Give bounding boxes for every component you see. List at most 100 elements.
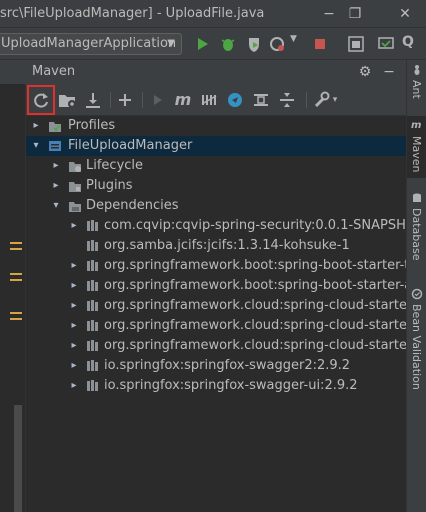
window-title: src\FileUploadManager] - UploadFile.java bbox=[0, 6, 265, 21]
toolbar-separator bbox=[306, 92, 307, 108]
tab-label: Ant bbox=[410, 80, 423, 99]
dependency-item[interactable]: ▸ org.springframework.cloud:spring-cloud-… bbox=[26, 336, 426, 356]
skip-tests-icon[interactable] bbox=[224, 89, 246, 111]
editor-scrollbar[interactable] bbox=[14, 405, 22, 512]
run-with-coverage-icon[interactable] bbox=[244, 34, 264, 54]
maven-panel-header: Maven ⚙ − bbox=[26, 60, 406, 84]
collapse-all-icon[interactable] bbox=[276, 89, 298, 111]
toggle-offline-mode-icon[interactable] bbox=[198, 89, 220, 111]
maven-icon: m bbox=[411, 120, 422, 131]
tree-item-profiles[interactable]: ▸ Profiles bbox=[26, 116, 406, 136]
expand-arrow-icon[interactable]: ▸ bbox=[68, 216, 80, 236]
library-icon bbox=[87, 220, 98, 231]
usage-marker bbox=[10, 318, 22, 320]
tab-database[interactable]: Database bbox=[407, 190, 426, 266]
tab-label: Maven bbox=[410, 136, 423, 173]
expand-arrow-icon[interactable]: ▸ bbox=[68, 276, 80, 296]
expand-arrow-icon[interactable]: ▸ bbox=[68, 256, 80, 276]
library-icon bbox=[87, 260, 98, 271]
expand-arrow-icon[interactable]: ▸ bbox=[68, 296, 80, 316]
database-icon bbox=[413, 193, 421, 202]
dependency-item[interactable]: ▸ io.springfox:springfox-swagger-ui:2.9.2 bbox=[26, 376, 406, 396]
tree-label: Plugins bbox=[86, 178, 133, 193]
stop-icon[interactable] bbox=[310, 34, 330, 54]
dependency-item[interactable]: ▸ org.springframework.cloud:spring-cloud-… bbox=[26, 316, 426, 336]
show-dependencies-icon[interactable] bbox=[250, 89, 272, 111]
dependency-label: com.cqvip:cqvip-spring-security:0.0.1-SN… bbox=[104, 218, 425, 233]
tree-item-dependencies[interactable]: ▾ Dependencies bbox=[26, 196, 406, 216]
toolbar-separator bbox=[110, 92, 111, 108]
usage-marker bbox=[10, 242, 22, 244]
tree-item-lifecycle[interactable]: ▸ Lifecycle bbox=[26, 156, 406, 176]
dependency-item[interactable]: ▸ org.springframework.cloud:spring-cloud-… bbox=[26, 296, 426, 316]
tree-label: Lifecycle bbox=[86, 158, 144, 173]
execute-maven-goal-icon[interactable]: m bbox=[172, 89, 194, 111]
bean-validation-icon bbox=[411, 288, 423, 300]
dependency-label: org.springframework.cloud:spring-cloud-s… bbox=[104, 298, 426, 313]
run-toolbar: UploadManagerApplication ▼ ▼ Q bbox=[0, 28, 426, 60]
reload-icon[interactable] bbox=[30, 89, 52, 111]
right-tool-strip: Ant m Maven Database Bean Validation bbox=[406, 60, 426, 512]
tree-item-project[interactable]: ▾ FileUploadManager bbox=[26, 136, 406, 156]
run-icon[interactable] bbox=[192, 34, 212, 54]
dependency-item[interactable]: ▸ com.cqvip:cqvip-spring-security:0.0.1-S… bbox=[26, 216, 424, 236]
add-maven-project-icon[interactable] bbox=[56, 89, 78, 111]
gear-icon[interactable]: ⚙ bbox=[356, 63, 374, 81]
close-button[interactable]: ✕ bbox=[394, 3, 416, 25]
expand-arrow-icon[interactable]: ▸ bbox=[50, 156, 62, 176]
debug-icon[interactable] bbox=[218, 34, 238, 54]
editor-gutter bbox=[0, 60, 26, 512]
dependency-label: org.springframework.cloud:spring-cloud-s… bbox=[104, 318, 426, 333]
dependency-item[interactable]: ▸ io.springfox:springfox-swagger2:2.9.2 bbox=[26, 356, 406, 376]
dependency-label: org.springframework.cloud:spring-cloud-s… bbox=[104, 338, 426, 353]
maven-projects-tree: ▸ Profiles ▾ FileUploadManager ▸ Lifecyc… bbox=[26, 116, 426, 512]
tree-label: Profiles bbox=[68, 118, 116, 133]
expand-arrow-icon[interactable]: ▸ bbox=[68, 376, 80, 396]
usage-marker bbox=[10, 279, 22, 281]
hide-panel-button[interactable]: − bbox=[380, 63, 398, 81]
tab-maven[interactable]: m Maven bbox=[407, 116, 426, 178]
wrench-icon[interactable] bbox=[310, 89, 332, 111]
ant-icon bbox=[414, 65, 420, 75]
library-icon bbox=[87, 360, 98, 371]
tree-label: FileUploadManager bbox=[68, 138, 193, 153]
search-icon[interactable]: Q bbox=[402, 34, 414, 50]
vcs-icon[interactable] bbox=[376, 34, 396, 54]
collapse-arrow-icon[interactable]: ▾ bbox=[50, 196, 62, 216]
profile-icon[interactable] bbox=[268, 34, 288, 54]
profile-dropdown-icon[interactable]: ▼ bbox=[290, 34, 297, 44]
dependency-item[interactable]: ▸ org.springframework.boot:spring-boot-st… bbox=[26, 256, 426, 276]
dependency-label: org.springframework.boot:spring-boot-sta… bbox=[104, 258, 426, 273]
run-configuration-value: UploadManagerApplication bbox=[1, 36, 177, 51]
expand-arrow-icon[interactable]: ▸ bbox=[68, 356, 80, 376]
dependency-label: org.samba.jcifs:jcifs:1.3.14-kohsuke-1 bbox=[104, 238, 350, 253]
minimize-button[interactable]: − bbox=[318, 3, 340, 25]
expand-arrow-icon[interactable]: ▸ bbox=[68, 336, 80, 356]
library-icon bbox=[87, 240, 98, 251]
tree-item-plugins[interactable]: ▸ Plugins bbox=[26, 176, 406, 196]
editor-tab-strip bbox=[0, 60, 26, 84]
settings-dropdown-icon[interactable]: ▾ bbox=[330, 89, 340, 111]
expand-arrow-icon[interactable]: ▸ bbox=[30, 116, 42, 136]
download-sources-icon[interactable] bbox=[82, 89, 104, 111]
panel-title: Maven bbox=[32, 64, 76, 79]
plugins-icon bbox=[69, 182, 81, 192]
maven-tool-window: Maven ⚙ − m ▾ ▸ Profiles ▾ FileUploadMan… bbox=[26, 60, 426, 512]
lifecycle-icon bbox=[69, 162, 81, 172]
project-structure-icon[interactable] bbox=[346, 34, 366, 54]
maven-toolbar: m ▾ bbox=[26, 84, 406, 116]
library-icon bbox=[87, 320, 98, 331]
dependency-label: org.springframework.boot:spring-boot-sta… bbox=[104, 278, 426, 293]
run-configuration-select[interactable]: UploadManagerApplication ▼ bbox=[0, 33, 182, 55]
dependency-item[interactable]: ▸ org.springframework.boot:spring-boot-st… bbox=[26, 276, 426, 296]
maximize-button[interactable]: ❐ bbox=[344, 3, 366, 25]
dependency-label: io.springfox:springfox-swagger-ui:2.9.2 bbox=[104, 378, 358, 393]
expand-arrow-icon[interactable]: ▸ bbox=[50, 176, 62, 196]
add-icon[interactable] bbox=[114, 89, 136, 111]
run-maven-build-icon[interactable] bbox=[146, 89, 168, 111]
tab-bean-validation[interactable]: Bean Validation bbox=[407, 286, 426, 390]
collapse-arrow-icon[interactable]: ▾ bbox=[30, 136, 42, 156]
tab-ant[interactable]: Ant bbox=[407, 62, 426, 112]
expand-arrow-icon[interactable]: ▸ bbox=[68, 316, 80, 336]
dependency-item[interactable]: org.samba.jcifs:jcifs:1.3.14-kohsuke-1 bbox=[26, 236, 406, 256]
